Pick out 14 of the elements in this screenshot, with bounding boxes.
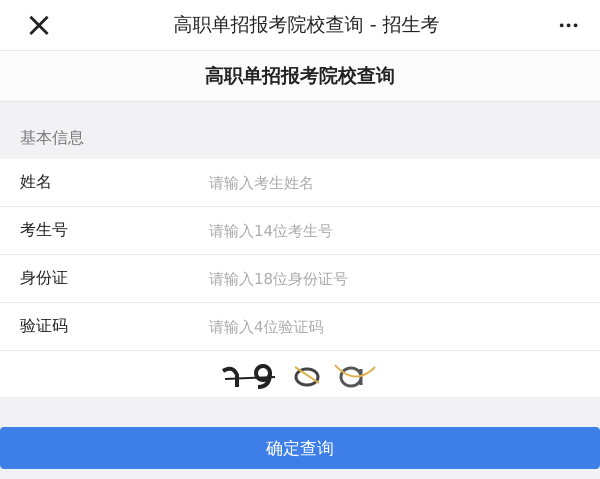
submit-button[interactable]: 确定查询	[0, 427, 600, 469]
section-title: 基本信息	[19, 127, 85, 149]
window-title: 高职单招报考院校查询 - 招生考	[172, 13, 441, 38]
field-label: 身份证	[20, 268, 69, 289]
field-label: 姓名	[20, 172, 53, 193]
more-button[interactable]: •••	[559, 17, 580, 33]
field-label: 考生号	[20, 220, 69, 241]
input-field[interactable]: 请输入14位考生号	[207, 220, 600, 240]
field-label: 验证码	[20, 316, 69, 337]
page-title: 高职单招报考院校查询	[205, 64, 395, 89]
input-field[interactable]: 请输入4位验证码	[207, 316, 600, 336]
input-field[interactable]: 请输入18位身份证号	[207, 268, 600, 288]
close-button[interactable]: ×	[24, 8, 54, 42]
input-field[interactable]: 请输入考生姓名	[207, 172, 600, 192]
